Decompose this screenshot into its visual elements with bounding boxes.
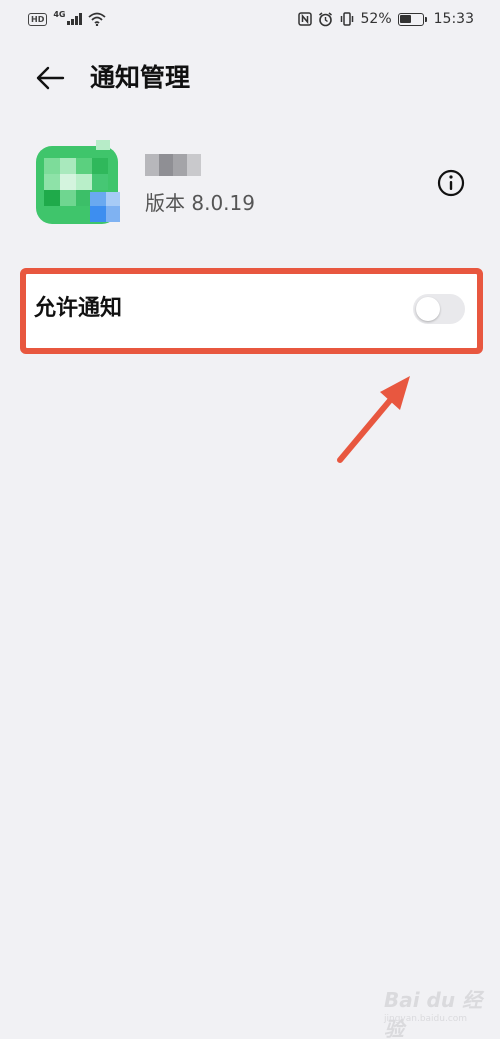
clock: 15:33	[433, 11, 474, 27]
status-right: 52% 15:33	[297, 11, 474, 27]
back-button[interactable]	[30, 62, 70, 94]
toggle-knob	[416, 297, 440, 321]
status-left: HD 4G	[28, 9, 106, 26]
allow-notification-highlight: 允许通知	[20, 268, 483, 354]
info-circle-icon	[437, 169, 465, 197]
status-bar: HD 4G 52% 15:33	[0, 0, 500, 38]
alarm-icon	[318, 11, 333, 27]
app-info: 版本 8.0.19	[0, 130, 500, 240]
page-title: 通知管理	[90, 63, 191, 92]
battery-percent: 52%	[360, 11, 392, 27]
arrow-left-icon	[36, 66, 65, 90]
header: 通知管理	[0, 52, 500, 104]
allow-notification-toggle[interactable]	[413, 294, 465, 324]
signal-icon	[67, 13, 82, 25]
annotation-arrow-icon	[337, 376, 410, 463]
app-version: 版本 8.0.19	[145, 191, 255, 215]
nfc-icon	[297, 12, 312, 26]
allow-notification-row[interactable]: 允许通知	[26, 274, 477, 348]
app-name	[145, 154, 201, 176]
app-info-button[interactable]	[436, 168, 466, 198]
app-icon	[34, 140, 124, 230]
vibrate-icon	[339, 12, 355, 26]
battery-icon	[397, 12, 427, 26]
wifi-icon	[88, 12, 106, 26]
network-type: 4G	[53, 9, 66, 19]
hd-badge: HD	[28, 12, 48, 26]
allow-notification-label: 允许通知	[34, 296, 123, 321]
watermark: Bai du 经验 jingyan.baidu.com	[380, 978, 490, 1039]
battery-fill	[400, 15, 412, 23]
watermark-url: jingyan.baidu.com	[384, 1014, 468, 1024]
watermark-brand: Bai du 经验	[384, 988, 483, 1039]
